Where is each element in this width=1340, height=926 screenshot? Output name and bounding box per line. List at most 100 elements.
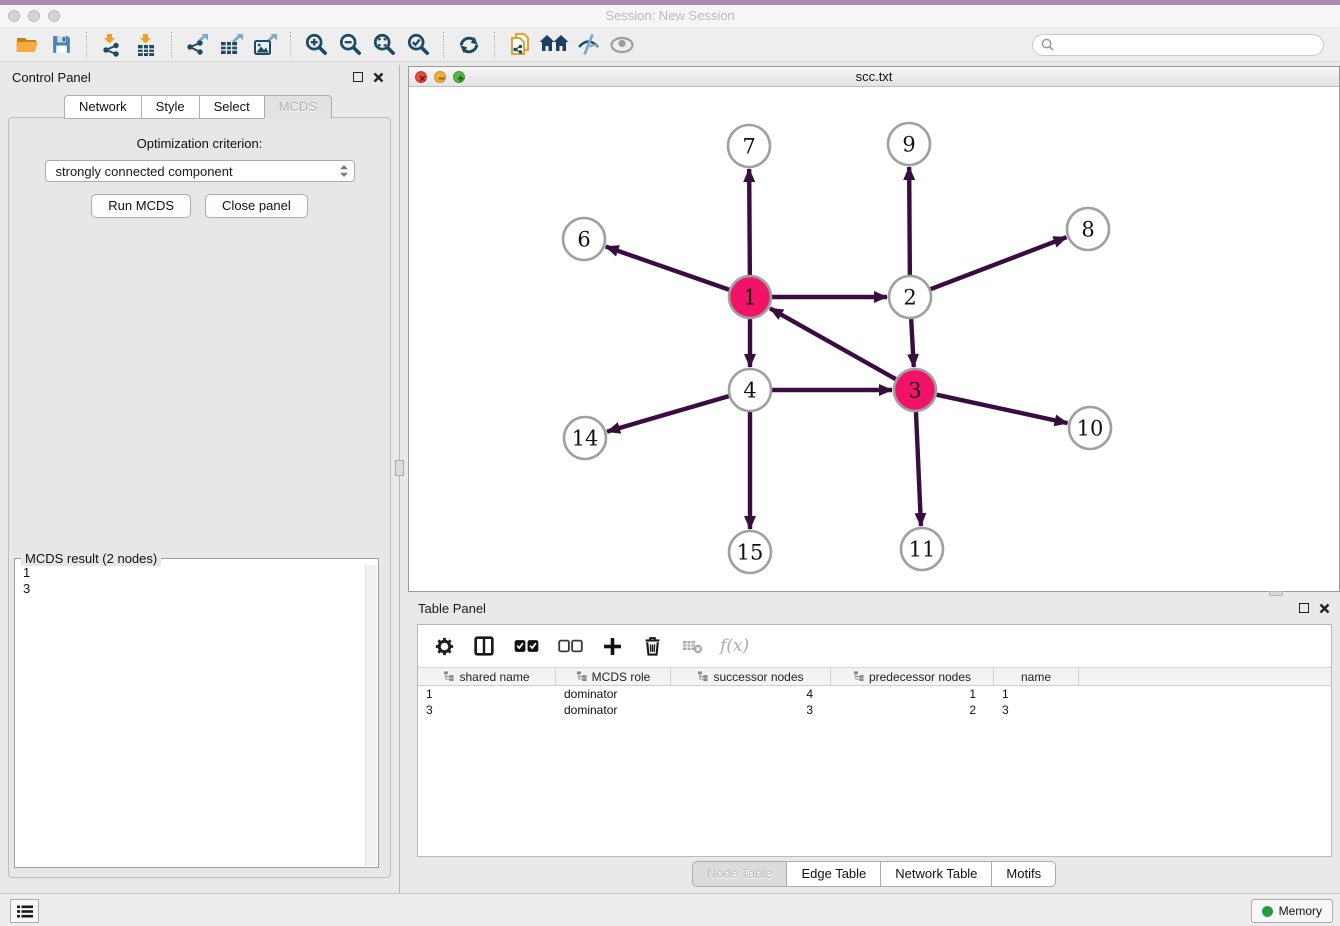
open-file-icon[interactable] <box>10 30 44 60</box>
node-9[interactable]: 9 <box>888 123 930 165</box>
result-scrollbar[interactable] <box>365 565 377 866</box>
add-column-icon[interactable] <box>600 634 624 658</box>
deselect-all-icon[interactable] <box>556 634 584 658</box>
hide-selected-eye-icon[interactable] <box>571 30 605 60</box>
tab-select[interactable]: Select <box>199 95 264 119</box>
delete-column-icon[interactable] <box>640 634 664 658</box>
zoom-out-icon[interactable] <box>333 30 367 60</box>
close-table-panel-icon[interactable] <box>1319 603 1330 614</box>
hierarchy-icon <box>853 671 864 682</box>
memory-status-icon <box>1262 906 1273 917</box>
edge-3-10[interactable] <box>936 395 1067 423</box>
tab-network-table[interactable]: Network Table <box>880 861 991 887</box>
edge-3-1[interactable] <box>770 308 896 379</box>
table-cell: 1 <box>418 686 556 702</box>
houses-icon[interactable] <box>537 30 571 60</box>
svg-text:1: 1 <box>743 286 756 310</box>
splitter-grip[interactable] <box>395 460 404 476</box>
refresh-icon[interactable] <box>452 30 486 60</box>
tab-edge-table[interactable]: Edge Table <box>786 861 880 887</box>
show-hidden-eye-icon[interactable] <box>605 30 639 60</box>
column-header-mcds-role[interactable]: MCDS role <box>556 668 671 685</box>
stepper-icon <box>338 163 350 179</box>
duplicate-network-icon[interactable] <box>503 30 537 60</box>
column-header-successor-nodes[interactable]: successor nodes <box>671 668 831 685</box>
task-history-button[interactable] <box>10 899 39 923</box>
import-table-icon[interactable] <box>129 30 163 60</box>
tab-motifs[interactable]: Motifs <box>991 861 1056 887</box>
search-input[interactable] <box>1060 38 1315 52</box>
hierarchy-icon <box>443 671 454 682</box>
node-3[interactable]: 3 <box>894 369 936 411</box>
hierarchy-icon <box>576 671 587 682</box>
tab-node-table[interactable]: Node Table <box>692 861 787 887</box>
result-item: 1 <box>23 565 376 581</box>
toolbar-separator <box>494 32 495 58</box>
edge-2-8[interactable] <box>931 237 1067 289</box>
selected-option: strongly connected component <box>56 164 338 179</box>
svg-text:3: 3 <box>908 379 921 403</box>
export-network-icon[interactable] <box>180 30 214 60</box>
table-cell: 1 <box>994 686 1079 702</box>
node-14[interactable]: 14 <box>564 417 606 459</box>
select-all-icon[interactable] <box>512 634 540 658</box>
float-table-panel-icon[interactable] <box>1299 603 1309 613</box>
hierarchy-icon <box>697 671 708 682</box>
edges-group <box>606 167 1068 529</box>
edge-1-6[interactable] <box>606 247 730 290</box>
run-mcds-button[interactable]: Run MCDS <box>91 194 191 218</box>
gear-icon[interactable] <box>432 634 456 658</box>
column-header-shared-name[interactable]: shared name <box>418 668 556 685</box>
memory-button[interactable]: Memory <box>1251 899 1333 923</box>
search-icon <box>1041 38 1054 51</box>
table-row[interactable]: 3dominator323 <box>418 702 1331 718</box>
network-view-window: scc.txt 7 9 6 8 1 2 4 3 14 10 15 11 <box>408 66 1340 592</box>
network-canvas[interactable]: 7 9 6 8 1 2 4 3 14 10 15 11 <box>409 87 1339 590</box>
node-4[interactable]: 4 <box>729 369 771 411</box>
optimization-criterion-select[interactable]: strongly connected component <box>45 160 355 182</box>
node-15[interactable]: 15 <box>729 531 771 573</box>
node-11[interactable]: 11 <box>901 528 943 570</box>
edge-4-14[interactable] <box>607 396 729 431</box>
table-row[interactable]: 1dominator411 <box>418 686 1331 702</box>
svg-text:7: 7 <box>742 135 755 159</box>
edge-2-3[interactable] <box>911 319 914 367</box>
close-panel-icon[interactable] <box>373 72 384 83</box>
save-session-icon[interactable] <box>44 30 78 60</box>
zoom-fit-icon[interactable] <box>367 30 401 60</box>
svg-text:14: 14 <box>572 427 599 451</box>
vertical-splitter[interactable] <box>399 65 400 893</box>
table-cell: 1 <box>831 686 994 702</box>
edge-2-9[interactable] <box>909 167 910 275</box>
zoom-in-icon[interactable] <box>299 30 333 60</box>
tab-style[interactable]: Style <box>141 95 199 119</box>
node-1[interactable]: 1 <box>729 276 771 318</box>
search-field <box>1032 34 1324 56</box>
mcds-panel: Optimization criterion: strongly connect… <box>8 117 391 878</box>
export-image-icon[interactable] <box>248 30 282 60</box>
node-8[interactable]: 8 <box>1067 208 1109 250</box>
edge-1-7[interactable] <box>749 169 750 275</box>
export-table-icon[interactable] <box>214 30 248 60</box>
column-header-predecessor-nodes[interactable]: predecessor nodes <box>831 668 994 685</box>
import-network-icon[interactable] <box>95 30 129 60</box>
columns-icon[interactable] <box>472 634 496 658</box>
tab-network[interactable]: Network <box>64 95 141 119</box>
table-toolbar: f(x) <box>418 625 1331 667</box>
network-window-titlebar[interactable]: scc.txt <box>409 67 1339 87</box>
node-7[interactable]: 7 <box>728 125 770 167</box>
tab-mcds[interactable]: MCDS <box>264 95 332 119</box>
zoom-selected-icon[interactable] <box>401 30 435 60</box>
close-panel-button[interactable]: Close panel <box>205 194 308 218</box>
column-header-name[interactable]: name <box>994 668 1079 685</box>
network-title: scc.txt <box>409 69 1339 84</box>
table-cell: 3 <box>418 702 556 718</box>
float-panel-icon[interactable] <box>353 72 363 82</box>
node-10[interactable]: 10 <box>1069 407 1111 449</box>
edge-3-11[interactable] <box>916 412 921 526</box>
node-2[interactable]: 2 <box>889 276 931 318</box>
node-table: f(x) shared nameMCDS rolesuccessor nodes… <box>417 624 1332 857</box>
node-6[interactable]: 6 <box>563 218 605 260</box>
table-cell: 3 <box>994 702 1079 718</box>
table-cell: 3 <box>671 702 831 718</box>
